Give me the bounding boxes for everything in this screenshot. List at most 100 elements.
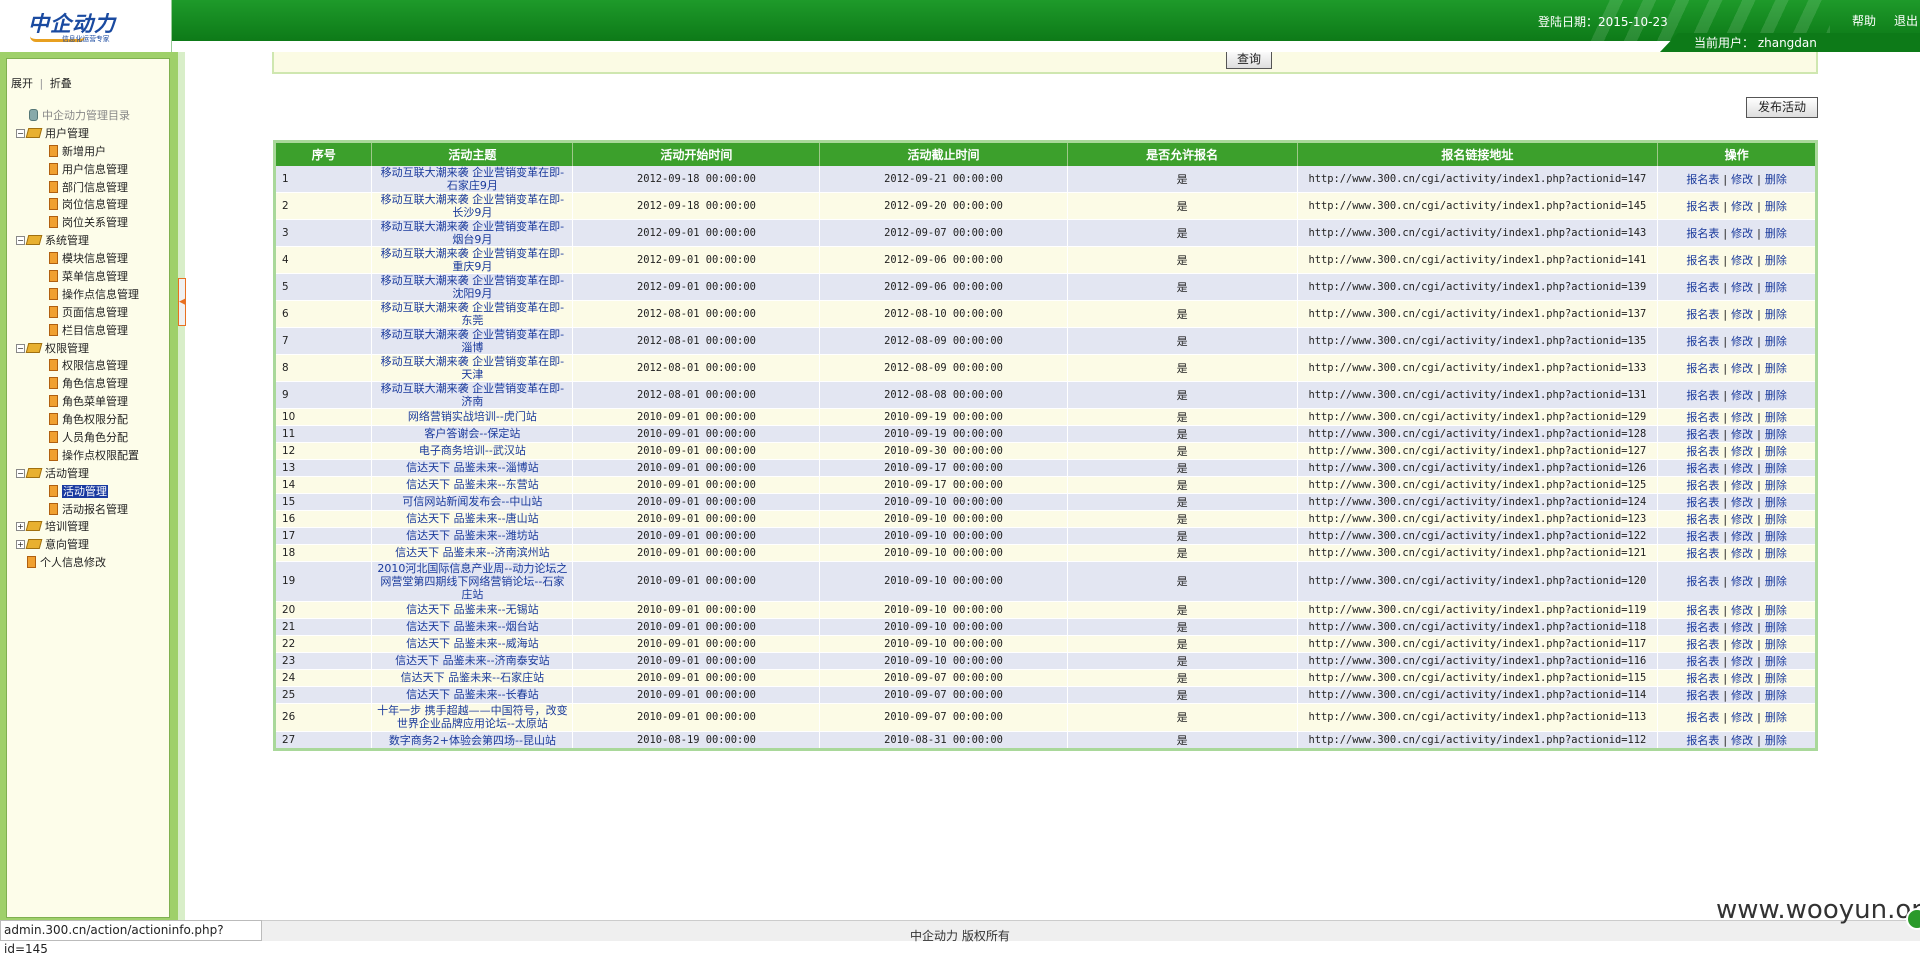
delete-link[interactable]: 删除	[1765, 335, 1787, 348]
delete-link[interactable]: 删除	[1765, 547, 1787, 560]
signup-link[interactable]: 报名表	[1686, 445, 1719, 458]
edit-link[interactable]: 修改	[1731, 335, 1753, 348]
edit-link[interactable]: 修改	[1731, 734, 1753, 747]
tree-item[interactable]: 角色权限分配	[11, 411, 139, 429]
delete-link[interactable]: 删除	[1765, 362, 1787, 375]
delete-link[interactable]: 删除	[1765, 411, 1787, 424]
edit-link[interactable]: 修改	[1731, 462, 1753, 475]
edit-link[interactable]: 修改	[1731, 479, 1753, 492]
delete-link[interactable]: 删除	[1765, 281, 1787, 294]
edit-link[interactable]: 修改	[1731, 389, 1753, 402]
signup-link[interactable]: 报名表	[1686, 200, 1719, 213]
edit-link[interactable]: 修改	[1731, 547, 1753, 560]
delete-link[interactable]: 删除	[1765, 689, 1787, 702]
logout-link[interactable]: 退出	[1894, 12, 1918, 29]
delete-link[interactable]: 删除	[1765, 638, 1787, 651]
delete-link[interactable]: 删除	[1765, 254, 1787, 267]
edit-link[interactable]: 修改	[1731, 254, 1753, 267]
signup-link[interactable]: 报名表	[1686, 281, 1719, 294]
signup-link[interactable]: 报名表	[1686, 254, 1719, 267]
tree-item[interactable]: 模块信息管理	[11, 250, 139, 268]
delete-link[interactable]: 删除	[1765, 672, 1787, 685]
tree-item[interactable]: 操作点权限配置	[11, 447, 139, 465]
edit-link[interactable]: 修改	[1731, 200, 1753, 213]
edit-link[interactable]: 修改	[1731, 411, 1753, 424]
tree-root[interactable]: 中企动力管理目录	[11, 107, 139, 125]
delete-link[interactable]: 删除	[1765, 496, 1787, 509]
signup-link[interactable]: 报名表	[1686, 734, 1719, 747]
delete-link[interactable]: 删除	[1765, 479, 1787, 492]
delete-link[interactable]: 删除	[1765, 462, 1787, 475]
edit-link[interactable]: 修改	[1731, 604, 1753, 617]
delete-link[interactable]: 删除	[1765, 604, 1787, 617]
signup-link[interactable]: 报名表	[1686, 638, 1719, 651]
delete-link[interactable]: 删除	[1765, 711, 1787, 724]
delete-link[interactable]: 删除	[1765, 655, 1787, 668]
tree-item[interactable]: 页面信息管理	[11, 304, 139, 322]
tree-item[interactable]: 栏目信息管理	[11, 322, 139, 340]
edit-link[interactable]: 修改	[1731, 672, 1753, 685]
delete-link[interactable]: 删除	[1765, 428, 1787, 441]
edit-link[interactable]: 修改	[1731, 575, 1753, 588]
delete-link[interactable]: 删除	[1765, 530, 1787, 543]
signup-link[interactable]: 报名表	[1686, 411, 1719, 424]
edit-link[interactable]: 修改	[1731, 530, 1753, 543]
signup-link[interactable]: 报名表	[1686, 389, 1719, 402]
edit-link[interactable]: 修改	[1731, 281, 1753, 294]
signup-link[interactable]: 报名表	[1686, 672, 1719, 685]
sidebar-splitter[interactable]	[178, 52, 185, 920]
tree-item[interactable]: 角色信息管理	[11, 375, 139, 393]
delete-link[interactable]: 删除	[1765, 389, 1787, 402]
edit-link[interactable]: 修改	[1731, 513, 1753, 526]
delete-link[interactable]: 删除	[1765, 734, 1787, 747]
tree-item[interactable]: 新增用户	[11, 143, 139, 161]
delete-link[interactable]: 删除	[1765, 173, 1787, 186]
tree-item[interactable]: 菜单信息管理	[11, 268, 139, 286]
signup-link[interactable]: 报名表	[1686, 335, 1719, 348]
edit-link[interactable]: 修改	[1731, 308, 1753, 321]
signup-link[interactable]: 报名表	[1686, 462, 1719, 475]
delete-link[interactable]: 删除	[1765, 445, 1787, 458]
tree-item[interactable]: 用户信息管理	[11, 161, 139, 179]
edit-link[interactable]: 修改	[1731, 689, 1753, 702]
delete-link[interactable]: 删除	[1765, 575, 1787, 588]
collapse-toggle-icon[interactable]: −	[16, 236, 25, 246]
signup-link[interactable]: 报名表	[1686, 227, 1719, 240]
tree-group[interactable]: − 活动管理	[11, 465, 139, 483]
tree-item[interactable]: 部门信息管理	[11, 179, 139, 197]
edit-link[interactable]: 修改	[1731, 638, 1753, 651]
delete-link[interactable]: 删除	[1765, 308, 1787, 321]
query-button[interactable]: 查询	[1226, 52, 1272, 69]
edit-link[interactable]: 修改	[1731, 362, 1753, 375]
tree-item[interactable]: 操作点信息管理	[11, 286, 139, 304]
tree-item[interactable]: 权限信息管理	[11, 357, 139, 375]
signup-link[interactable]: 报名表	[1686, 530, 1719, 543]
tree-group[interactable]: + 培训管理	[11, 518, 139, 536]
delete-link[interactable]: 删除	[1765, 227, 1787, 240]
delete-link[interactable]: 删除	[1765, 621, 1787, 634]
edit-link[interactable]: 修改	[1731, 496, 1753, 509]
edit-link[interactable]: 修改	[1731, 711, 1753, 724]
signup-link[interactable]: 报名表	[1686, 547, 1719, 560]
collapse-toggle-icon[interactable]: −	[16, 128, 25, 138]
signup-link[interactable]: 报名表	[1686, 479, 1719, 492]
edit-link[interactable]: 修改	[1731, 227, 1753, 240]
tree-item-personal[interactable]: 个人信息修改	[11, 554, 139, 572]
help-link[interactable]: 帮助	[1852, 12, 1876, 29]
edit-link[interactable]: 修改	[1731, 173, 1753, 186]
signup-link[interactable]: 报名表	[1686, 428, 1719, 441]
tree-item[interactable]: 活动报名管理	[11, 501, 139, 519]
signup-link[interactable]: 报名表	[1686, 655, 1719, 668]
collapse-toggle-icon[interactable]: −	[16, 343, 25, 353]
signup-link[interactable]: 报名表	[1686, 604, 1719, 617]
signup-link[interactable]: 报名表	[1686, 689, 1719, 702]
signup-link[interactable]: 报名表	[1686, 173, 1719, 186]
edit-link[interactable]: 修改	[1731, 445, 1753, 458]
delete-link[interactable]: 删除	[1765, 513, 1787, 526]
signup-link[interactable]: 报名表	[1686, 621, 1719, 634]
delete-link[interactable]: 删除	[1765, 200, 1787, 213]
edit-link[interactable]: 修改	[1731, 621, 1753, 634]
edit-link[interactable]: 修改	[1731, 428, 1753, 441]
tree-group[interactable]: − 系统管理	[11, 232, 139, 250]
signup-link[interactable]: 报名表	[1686, 513, 1719, 526]
